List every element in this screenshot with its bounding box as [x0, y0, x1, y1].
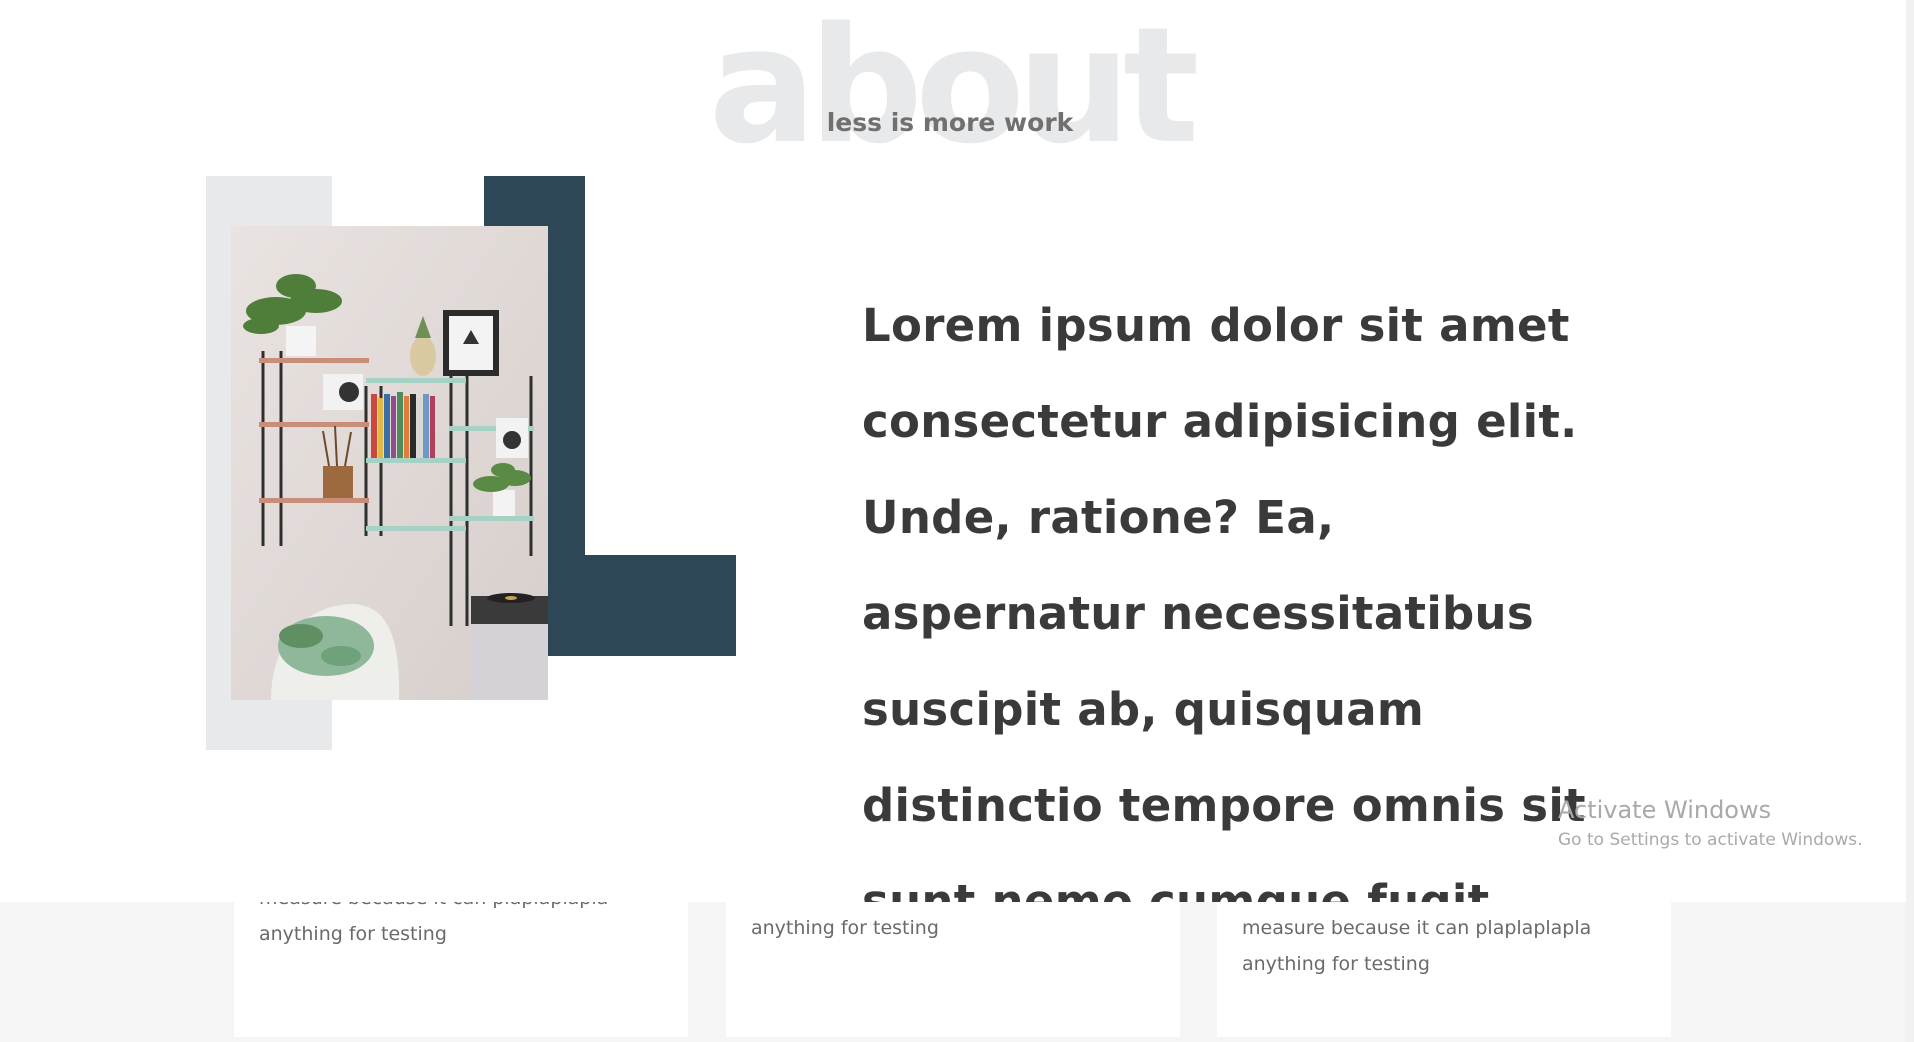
- interior-shelves-illustration: [231, 226, 548, 700]
- service-card-text: measure because it can plaplaplapla anyt…: [259, 902, 608, 945]
- service-card-text: my creative ability is very difficult to…: [1242, 902, 1592, 975]
- about-page: about less is more work Lorem ipsum dolo…: [0, 0, 1914, 1042]
- service-card: my creative ability is very difficult to…: [1217, 902, 1671, 1037]
- about-title: about: [708, 0, 1200, 179]
- about-subtitle: less is more work: [826, 108, 1074, 137]
- service-card: measure because it can plaplaplapla anyt…: [726, 902, 1180, 1037]
- vertical-scrollbar[interactable]: [1906, 0, 1914, 1042]
- service-card-text: measure because it can plaplaplapla anyt…: [751, 902, 1100, 939]
- about-photo: [231, 226, 548, 700]
- service-card: measure because it can plaplaplapla anyt…: [234, 902, 688, 1037]
- services-strip: measure because it can plaplaplapla anyt…: [0, 902, 1906, 1042]
